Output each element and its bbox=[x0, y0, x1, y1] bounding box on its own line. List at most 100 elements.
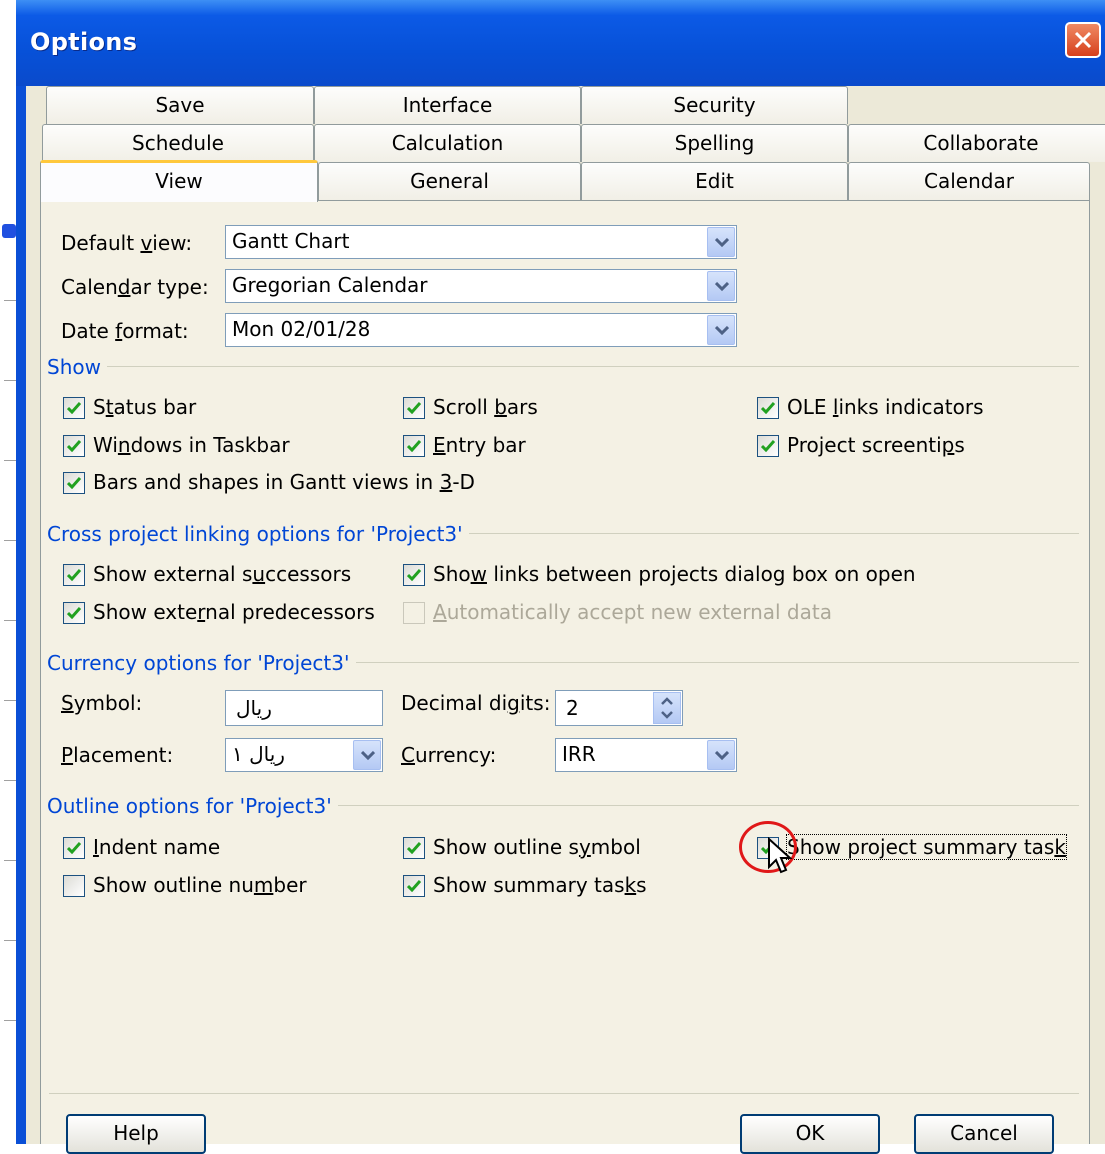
tab-label: Interface bbox=[402, 93, 493, 117]
check-icon bbox=[67, 477, 81, 489]
check-icon bbox=[407, 402, 421, 414]
chevron-down-icon bbox=[715, 751, 729, 761]
checkbox-label: Show outline symbol bbox=[433, 835, 641, 859]
tab-label: Collaborate bbox=[923, 131, 1039, 155]
default-view-value: Gantt Chart bbox=[232, 229, 350, 253]
check-icon bbox=[407, 440, 421, 452]
check-icon bbox=[67, 569, 81, 581]
checkbox-box[interactable] bbox=[63, 397, 85, 419]
decimal-digits-spinner[interactable]: 2 bbox=[555, 690, 683, 726]
checkbox-box[interactable] bbox=[403, 564, 425, 586]
checkbox-label: Bars and shapes in Gantt views in 3-D bbox=[93, 470, 475, 494]
checkbox-label: Automatically accept new external data bbox=[433, 600, 832, 624]
dialog-client-area: Save Interface Security Schedule Calcula… bbox=[26, 86, 1105, 1154]
tab-spelling[interactable]: Spelling bbox=[581, 124, 848, 162]
options-dialog: Options Save Interface Security Schedule… bbox=[16, 0, 1105, 1154]
check-icon bbox=[67, 607, 81, 619]
checkbox-box[interactable] bbox=[403, 397, 425, 419]
currency-label: Currency: bbox=[401, 743, 497, 767]
tab-edit[interactable]: Edit bbox=[581, 162, 848, 200]
dropdown-button[interactable] bbox=[707, 271, 735, 301]
tab-calculation[interactable]: Calculation bbox=[314, 124, 581, 162]
default-view-label: Default view: bbox=[61, 231, 193, 255]
button-label: Help bbox=[113, 1121, 159, 1145]
title-bar[interactable]: Options bbox=[16, 0, 1105, 86]
checkbox-label: Indent name bbox=[93, 835, 221, 859]
check-icon bbox=[761, 440, 775, 452]
calendar-type-label: Calendar type: bbox=[61, 275, 209, 299]
currency-group-title: Currency options for 'Project3' bbox=[47, 651, 356, 675]
placement-label: Placement: bbox=[61, 743, 174, 767]
tab-label: Save bbox=[155, 93, 205, 117]
checkbox-box[interactable] bbox=[63, 435, 85, 457]
close-icon bbox=[1074, 31, 1092, 49]
tab-label: Calculation bbox=[391, 131, 504, 155]
date-format-dropdown[interactable]: Mon 02/01/28 bbox=[225, 313, 737, 347]
symbol-input[interactable]: ریال bbox=[225, 690, 383, 726]
default-view-dropdown[interactable]: Gantt Chart bbox=[225, 225, 737, 259]
dropdown-button[interactable] bbox=[707, 315, 735, 345]
checkbox-label: Show project summary task bbox=[786, 834, 1067, 860]
check-icon bbox=[67, 842, 81, 854]
date-format-label: Date format: bbox=[61, 319, 189, 343]
outline-group-title: Outline options for 'Project3' bbox=[47, 794, 338, 818]
checkbox-label: Scroll bars bbox=[433, 395, 538, 419]
tab-schedule[interactable]: Schedule bbox=[42, 124, 314, 162]
checkbox-box[interactable] bbox=[403, 875, 425, 897]
button-label: OK bbox=[795, 1121, 825, 1145]
check-icon bbox=[67, 440, 81, 452]
button-label: Cancel bbox=[950, 1121, 1018, 1145]
checkbox-box[interactable] bbox=[403, 837, 425, 859]
bottom-divider bbox=[49, 1093, 1079, 1094]
tab-save[interactable]: Save bbox=[46, 86, 314, 124]
tab-label: Security bbox=[673, 93, 756, 117]
tab-label: View bbox=[155, 169, 203, 193]
decimal-digits-label: Decimal digits: bbox=[401, 691, 551, 715]
tab-general[interactable]: General bbox=[318, 162, 581, 200]
placement-value: ریال ۱ bbox=[232, 742, 285, 766]
calendar-type-dropdown[interactable]: Gregorian Calendar bbox=[225, 269, 737, 303]
dropdown-button[interactable] bbox=[353, 740, 381, 770]
checkbox-box[interactable] bbox=[757, 435, 779, 457]
check-icon bbox=[407, 569, 421, 581]
group-divider bbox=[49, 366, 1079, 367]
tab-calendar[interactable]: Calendar bbox=[848, 162, 1090, 200]
check-icon bbox=[407, 880, 421, 892]
checkbox-box bbox=[403, 602, 425, 624]
checkbox-box[interactable] bbox=[63, 564, 85, 586]
placement-dropdown[interactable]: ریال ۱ bbox=[225, 738, 383, 772]
dropdown-button[interactable] bbox=[707, 227, 735, 257]
calendar-type-value: Gregorian Calendar bbox=[232, 273, 428, 297]
tab-label: Edit bbox=[695, 169, 734, 193]
checkbox-box[interactable] bbox=[63, 472, 85, 494]
tab-security[interactable]: Security bbox=[581, 86, 848, 124]
tab-label: Calendar bbox=[924, 169, 1014, 193]
show-group-title: Show bbox=[47, 355, 107, 379]
checkbox-label: Status bar bbox=[93, 395, 197, 419]
date-format-value: Mon 02/01/28 bbox=[232, 317, 371, 341]
check-icon bbox=[761, 402, 775, 414]
cancel-button[interactable]: Cancel bbox=[914, 1114, 1054, 1154]
checkbox-label: Show outline number bbox=[93, 873, 307, 897]
checkbox-box[interactable] bbox=[63, 875, 85, 897]
checkbox-box[interactable] bbox=[403, 435, 425, 457]
spin-up-down-icon bbox=[661, 697, 673, 719]
currency-dropdown[interactable]: IRR bbox=[555, 738, 737, 772]
checkbox-box[interactable] bbox=[757, 397, 779, 419]
tab-view[interactable]: View bbox=[40, 160, 318, 202]
close-button[interactable] bbox=[1065, 22, 1101, 58]
chevron-down-icon bbox=[361, 751, 375, 761]
checkbox-box[interactable] bbox=[63, 837, 85, 859]
checkbox-label: Show external predecessors bbox=[93, 600, 375, 624]
checkbox-box[interactable] bbox=[63, 602, 85, 624]
dropdown-button[interactable] bbox=[707, 740, 735, 770]
help-button[interactable]: Help bbox=[66, 1114, 206, 1154]
cross-project-group-title: Cross project linking options for 'Proje… bbox=[47, 522, 469, 546]
chevron-down-icon bbox=[715, 326, 729, 336]
tab-collaborate[interactable]: Collaborate bbox=[848, 124, 1105, 162]
tab-interface[interactable]: Interface bbox=[314, 86, 581, 124]
ok-button[interactable]: OK bbox=[740, 1114, 880, 1154]
spinner-buttons[interactable] bbox=[653, 692, 681, 724]
tab-label: General bbox=[410, 169, 489, 193]
symbol-value: ریال bbox=[236, 696, 272, 720]
